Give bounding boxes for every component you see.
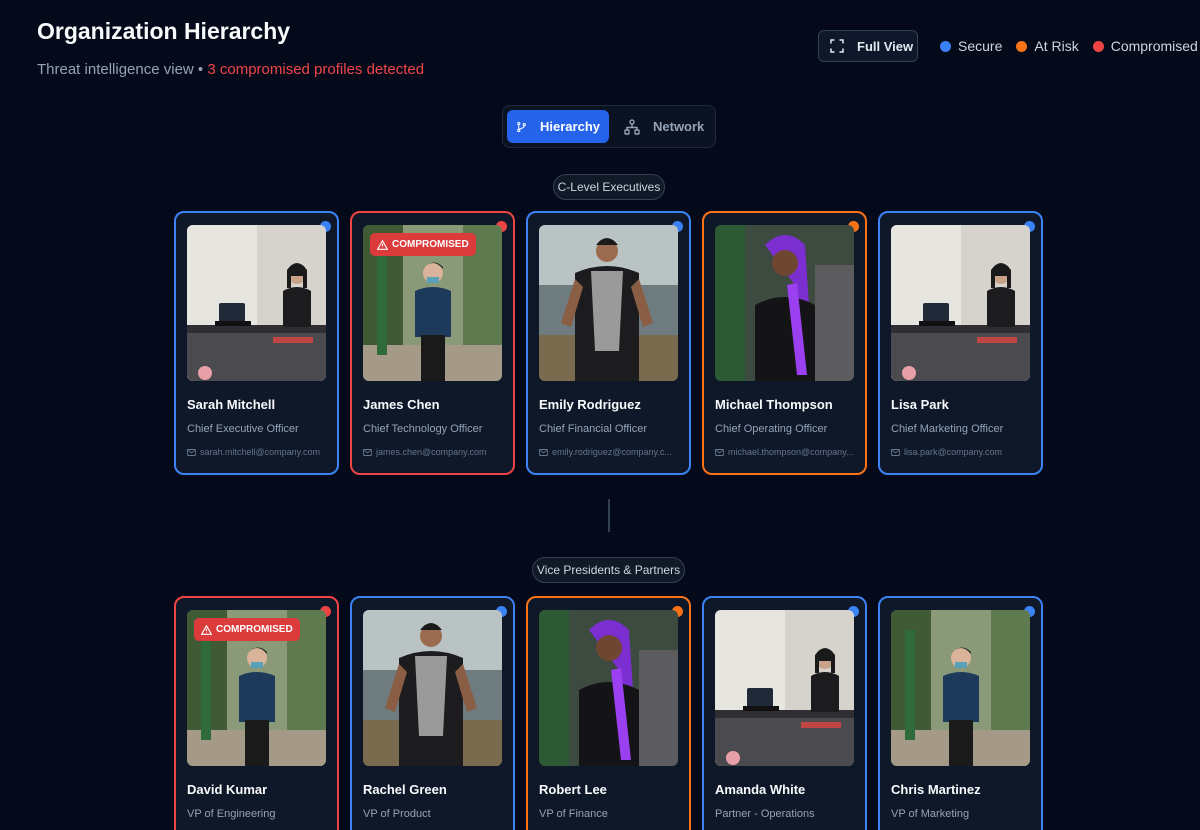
profile-card[interactable]: Sarah Mitchell Chief Executive Officer sar… bbox=[174, 211, 339, 475]
profile-email: emily.rodriguez@company.c... bbox=[539, 447, 678, 457]
profile-email: michael.thompson@company... bbox=[715, 447, 854, 457]
profile-photo: COMPROMISED bbox=[187, 610, 326, 766]
profile-card[interactable]: Chris Martinez VP of Marketing bbox=[878, 596, 1043, 830]
warning-icon bbox=[201, 624, 212, 635]
profile-photo bbox=[715, 225, 854, 381]
expand-icon bbox=[830, 39, 844, 53]
legend-label: At Risk bbox=[1034, 38, 1079, 54]
profile-role: Chief Executive Officer bbox=[187, 423, 299, 435]
tab-hierarchy[interactable]: Hierarchy bbox=[507, 110, 609, 143]
hierarchy-connector bbox=[608, 499, 610, 532]
view-switcher: Hierarchy Network bbox=[502, 105, 716, 148]
profile-card[interactable]: Michael Thompson Chief Operating Officer m… bbox=[702, 211, 867, 475]
c-level-row: Sarah Mitchell Chief Executive Officer sar… bbox=[174, 211, 1054, 475]
mail-icon bbox=[187, 448, 196, 456]
profile-name: David Kumar bbox=[187, 782, 268, 797]
profile-role: Chief Operating Officer bbox=[715, 423, 828, 435]
tab-network-label: Network bbox=[653, 119, 705, 134]
profile-photo bbox=[187, 225, 326, 381]
page-title: Organization Hierarchy bbox=[37, 18, 291, 44]
profile-card[interactable]: Lisa Park Chief Marketing Officer lisa.par… bbox=[878, 211, 1043, 475]
legend-label: Compromised bbox=[1110, 38, 1198, 54]
profile-name: Emily Rodriguez bbox=[539, 397, 641, 412]
legend-dot bbox=[1016, 40, 1028, 52]
branch-icon bbox=[517, 121, 526, 132]
profile-name: Chris Martinez bbox=[891, 782, 981, 797]
full-view-button[interactable]: Full View bbox=[818, 30, 918, 62]
profile-email: sarah.mitchell@company.com bbox=[187, 447, 326, 457]
legend-item-at-risk: At Risk bbox=[1016, 38, 1079, 54]
profile-role: Chief Technology Officer bbox=[363, 423, 483, 435]
full-view-label: Full View bbox=[857, 38, 914, 54]
photo-vest-man bbox=[363, 610, 502, 766]
profile-role: Chief Financial Officer bbox=[539, 423, 648, 435]
profile-photo bbox=[539, 225, 678, 381]
profile-name: Michael Thompson bbox=[715, 397, 833, 412]
mail-icon bbox=[891, 448, 900, 456]
profile-role: Chief Marketing Officer bbox=[891, 423, 1004, 435]
profile-name: Robert Lee bbox=[539, 782, 607, 797]
profile-photo bbox=[891, 225, 1030, 381]
profile-name: James Chen bbox=[363, 397, 440, 412]
photo-street-man bbox=[891, 610, 1030, 766]
profile-card[interactable]: Robert Lee VP of Finance bbox=[526, 596, 691, 830]
email-text: lisa.park@company.com bbox=[904, 447, 1003, 457]
mail-icon bbox=[363, 448, 372, 456]
legend-dot bbox=[940, 40, 951, 52]
photo-office-woman bbox=[187, 225, 326, 381]
legend-item-secure: Secure bbox=[940, 38, 1002, 54]
profile-role: VP of Engineering bbox=[187, 808, 276, 820]
photo-office-woman bbox=[891, 225, 1030, 381]
vp-row: COMPROMISED David Kumar VP of Engineering R… bbox=[174, 596, 1054, 830]
legend-label: Secure bbox=[958, 38, 1003, 54]
tab-hierarchy-label: Hierarchy bbox=[540, 119, 600, 134]
profile-role: VP of Product bbox=[363, 808, 431, 820]
profile-role: VP of Marketing bbox=[891, 808, 970, 820]
profile-photo: COMPROMISED bbox=[363, 225, 502, 381]
profile-card[interactable]: Rachel Green VP of Product bbox=[350, 596, 515, 830]
tab-network[interactable]: Network bbox=[615, 110, 713, 143]
photo-vest-man bbox=[539, 225, 678, 381]
badge-label: COMPROMISED bbox=[216, 624, 293, 635]
email-text: james.chen@company.com bbox=[376, 447, 487, 457]
network-icon bbox=[624, 118, 640, 135]
profile-email: lisa.park@company.com bbox=[891, 447, 1030, 457]
page-subtitle: Threat intelligence view • 3 compromised… bbox=[37, 61, 424, 78]
photo-office-woman bbox=[715, 610, 854, 766]
profile-card[interactable]: Emily Rodriguez Chief Financial Officer em… bbox=[526, 211, 691, 475]
profile-email: james.chen@company.com bbox=[363, 447, 502, 457]
profile-name: Amanda White bbox=[715, 782, 806, 797]
profile-photo bbox=[363, 610, 502, 766]
compromised-badge: COMPROMISED bbox=[370, 233, 476, 256]
status-legend: Secure At Risk Compromised bbox=[940, 38, 1198, 54]
profile-name: Lisa Park bbox=[891, 397, 949, 412]
profile-card[interactable]: Amanda White Partner - Operations bbox=[702, 596, 867, 830]
profile-name: Rachel Green bbox=[363, 782, 447, 797]
email-text: emily.rodriguez@company.c... bbox=[552, 447, 672, 457]
profile-photo bbox=[891, 610, 1030, 766]
warning-icon bbox=[377, 239, 388, 250]
profile-card[interactable]: COMPROMISED David Kumar VP of Engineering bbox=[174, 596, 339, 830]
subtitle-text: Threat intelligence view • bbox=[37, 61, 208, 78]
level-label-c-level: C-Level Executives bbox=[553, 174, 665, 200]
compromised-count-alert: 3 compromised profiles detected bbox=[207, 61, 425, 78]
email-text: michael.thompson@company... bbox=[728, 447, 854, 457]
profile-card[interactable]: COMPROMISED James Chen Chief Technology Of… bbox=[350, 211, 515, 475]
profile-photo bbox=[539, 610, 678, 766]
profile-role: VP of Finance bbox=[539, 808, 608, 820]
compromised-badge: COMPROMISED bbox=[194, 618, 300, 641]
legend-item-compromised: Compromised bbox=[1092, 38, 1198, 54]
profile-name: Sarah Mitchell bbox=[187, 397, 276, 412]
badge-label: COMPROMISED bbox=[392, 239, 469, 250]
legend-dot bbox=[1092, 40, 1104, 52]
photo-purple-hair-woman bbox=[715, 225, 854, 381]
profile-role: Partner - Operations bbox=[715, 808, 815, 820]
profile-photo bbox=[715, 610, 854, 766]
photo-purple-hair-woman bbox=[539, 610, 678, 766]
level-label-vp: Vice Presidents & Partners bbox=[532, 557, 685, 583]
email-text: sarah.mitchell@company.com bbox=[200, 447, 321, 457]
mail-icon bbox=[539, 448, 548, 456]
mail-icon bbox=[715, 448, 724, 456]
